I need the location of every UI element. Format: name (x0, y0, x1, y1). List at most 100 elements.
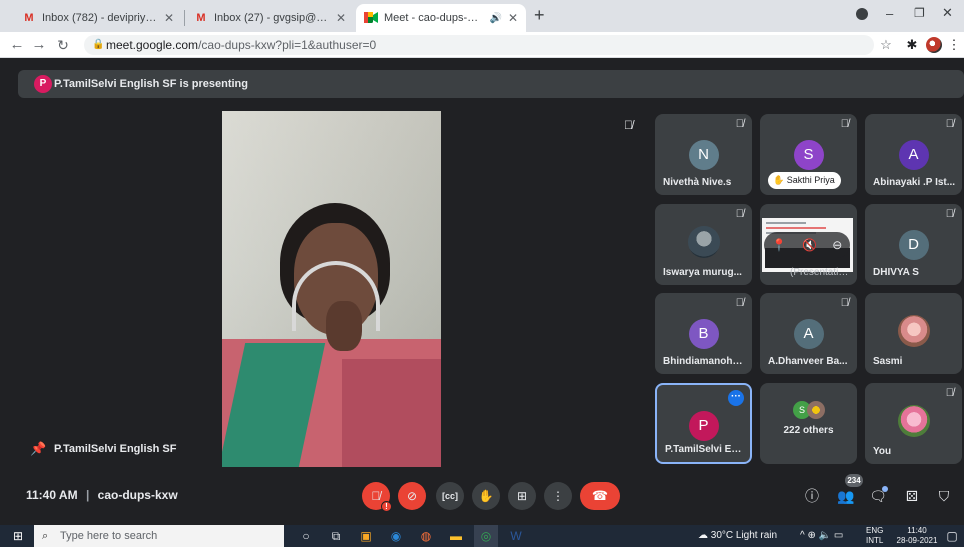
input-language[interactable]: ENG INTL (866, 526, 883, 546)
video-figure-part (326, 301, 362, 351)
taskbar-search[interactable]: ⌕ Type here to search (34, 525, 284, 547)
leave-call-button[interactable]: ☎ (580, 482, 620, 510)
participant-photo (687, 226, 720, 258)
network-icon[interactable]: ▭ (834, 530, 843, 541)
others-tile[interactable]: S 222 others (760, 383, 857, 464)
presenter-video (222, 111, 441, 467)
firefox-icon[interactable]: ◍ (414, 525, 438, 547)
profile-avatar[interactable] (926, 37, 942, 53)
tab-close-icon[interactable]: ✕ (336, 11, 346, 25)
cloud-rain-icon: ☁ (698, 530, 708, 541)
tab-title: Meet - cao-dups-kxw (384, 12, 484, 24)
weather-widget[interactable]: ☁ 30°C Light rain (698, 525, 777, 547)
file-explorer-icon[interactable]: ▬ (444, 525, 468, 547)
tab-inbox-gvgsip[interactable]: M Inbox (27) - gvgsip@gvgvc.ac.in ✕ (186, 4, 354, 32)
participant-tile[interactable]: 🎙̸ N Nivethà Nive.s (655, 114, 752, 195)
reload-icon[interactable]: ↻ (52, 32, 74, 58)
window-close-icon[interactable]: ✕ (942, 5, 953, 21)
word-icon[interactable]: W (504, 525, 528, 547)
people-button[interactable]: 👥 (834, 485, 858, 507)
windows-start-icon[interactable]: ⊞ (6, 525, 30, 547)
mic-off-icon: 🎙̸ (945, 387, 954, 399)
participant-tile[interactable]: Sasmi (865, 293, 962, 374)
presenter-label: 📌 P.TamilSelvi English SF (30, 437, 176, 461)
participant-tile[interactable]: 🎙̸ Iswarya murug... (655, 204, 752, 285)
participant-tile[interactable]: 🎙̸ B Bhindiamanoha... (655, 293, 752, 374)
pin-icon[interactable]: 📌 (30, 437, 46, 461)
mute-audio-icon[interactable]: 🔇 (802, 238, 817, 252)
cortana-icon[interactable]: ○ (294, 525, 318, 547)
pin-icon[interactable]: 📍 (772, 238, 787, 252)
meeting-time: 11:40 AM (26, 488, 78, 502)
mic-off-icon: 🎙̸ (840, 118, 849, 130)
participant-tile[interactable]: 🎙̸ S ✋ Sakthi Priya (760, 114, 857, 195)
participant-tile[interactable]: 🎙̸ D DHIVYA S (865, 204, 962, 285)
system-clock[interactable]: 11:40 28-09-2021 (894, 526, 940, 546)
minimize-icon[interactable]: – (886, 6, 893, 21)
browser-menu-icon[interactable]: ⋮ (944, 32, 964, 58)
address-bar[interactable]: 🔒 meet.google.com/cao-dups-kxw?pli=1&aut… (84, 35, 874, 55)
meeting-details: 11:40 AM | cao-dups-kxw (26, 488, 178, 502)
more-options-button[interactable]: ⋮ (544, 482, 572, 510)
activities-button[interactable]: ⚄ (900, 485, 924, 507)
forward-arrow-icon[interactable]: → (28, 32, 50, 58)
meeting-code: cao-dups-kxw (97, 488, 178, 502)
browser-toolbar: ← → ↻ 🔒 meet.google.com/cao-dups-kxw?pli… (0, 32, 964, 58)
clock-time: 11:40 (907, 526, 927, 535)
info-icon: ⓘ (805, 488, 819, 504)
participant-tile[interactable]: 🎙̸ A Abinayaki .P Ist... (865, 114, 962, 195)
participant-tile[interactable]: 🎙̸ A A.Dhanveer Ba... (760, 293, 857, 374)
captions-button[interactable]: [cc] (436, 482, 464, 510)
notifications-icon[interactable]: ▢ (940, 525, 964, 547)
tab-meet[interactable]: Meet - cao-dups-kxw 🔊 ✕ (356, 4, 526, 32)
chevron-up-icon[interactable]: ^ (800, 530, 805, 541)
people-icon: 👥 (837, 488, 855, 504)
tray-icons[interactable]: ^ ⊕ 🔈 ▭ (800, 525, 843, 547)
store-icon[interactable]: ▣ (354, 525, 378, 547)
more-options-icon[interactable]: ··· (728, 390, 744, 406)
present-now-button[interactable]: ⊞ (508, 482, 536, 510)
chat-button[interactable]: 🗨 (866, 485, 890, 507)
self-photo (897, 405, 930, 437)
mic-off-icon: 🎙̸ (735, 118, 744, 130)
onedrive-icon[interactable]: ⊕ (807, 530, 815, 541)
tab-inbox-devipriya[interactable]: M Inbox (782) - devipriyaprakash@ ✕ (14, 4, 182, 32)
back-arrow-icon[interactable]: ← (6, 32, 28, 58)
chrome-icon[interactable]: ◎ (474, 525, 498, 547)
tab-search-icon[interactable] (856, 8, 868, 20)
host-controls-button[interactable]: ⛉ (932, 485, 956, 507)
search-icon: ⌕ (42, 530, 49, 542)
raise-hand-button[interactable]: ✋ (472, 482, 500, 510)
hand-raised-chip: ✋ Sakthi Priya (768, 172, 841, 189)
microphone-toggle-button[interactable]: 🎙̸ ! (362, 482, 392, 512)
mini-avatar-photo (807, 401, 825, 419)
task-view-icon[interactable]: ⧉ (324, 525, 348, 547)
tab-close-icon[interactable]: ✕ (164, 11, 174, 25)
presentation-tile[interactable]: 📍 🔇 ⊖ (Presentation) (760, 204, 857, 285)
tab-title: Inbox (27) - gvgsip@gvgvc.ac.in (214, 12, 330, 24)
tab-separator (184, 10, 185, 26)
volume-muted-icon[interactable]: 🔈 (819, 530, 831, 541)
self-tile[interactable]: 🎙̸ You (865, 383, 962, 464)
extensions-icon[interactable]: ✱ (902, 32, 922, 58)
mic-off-icon: 🎙̸ (945, 118, 954, 130)
people-count-badge: 234 (845, 474, 863, 487)
video-figure-part (342, 359, 441, 467)
bookmark-star-icon[interactable]: ☆ (876, 32, 896, 58)
meeting-info-button[interactable]: ⓘ (800, 485, 824, 507)
participant-avatar: A (793, 319, 824, 349)
restore-icon[interactable]: ❐ (914, 6, 925, 20)
new-tab-button[interactable]: + (534, 5, 545, 26)
gmail-icon: M (196, 12, 206, 24)
url-path: /cao-dups-kxw?pli=1&authuser=0 (198, 38, 377, 52)
camera-off-icon: ⊘ (406, 489, 418, 503)
participant-tile-presenter[interactable]: ··· P P.TamilSelvi En... (655, 383, 752, 464)
participant-avatar: B (688, 319, 719, 349)
edge-icon[interactable]: ◉ (384, 525, 408, 547)
thumb-line (766, 227, 826, 229)
tile-hover-controls: 📍 🔇 ⊖ (764, 232, 850, 258)
tab-close-icon[interactable]: ✕ (508, 11, 518, 25)
remove-icon[interactable]: ⊖ (832, 238, 842, 252)
camera-toggle-button[interactable]: ⊘ (398, 482, 426, 510)
tab-audio-icon[interactable]: 🔊 (489, 13, 501, 24)
